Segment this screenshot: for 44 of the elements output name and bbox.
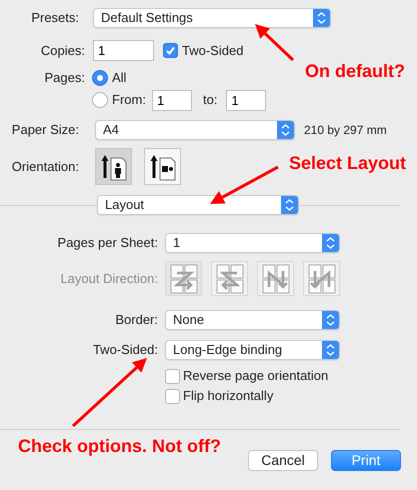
annotation-text: Select Layout [289, 154, 406, 174]
radio-button[interactable] [92, 92, 108, 108]
field-label: Two-Sided: [92, 341, 158, 360]
radio-button[interactable] [92, 70, 108, 86]
paper-size-popup[interactable]: A4 [95, 120, 295, 140]
up-down-chevron-icon [313, 8, 330, 26]
up-down-chevron-icon [281, 196, 298, 214]
checkbox[interactable] [163, 43, 178, 58]
up-down-chevron-icon [277, 120, 294, 138]
annotation-text: On default? [305, 62, 405, 82]
field-label: Paper Size: [10, 120, 79, 139]
orientation-button[interactable] [144, 148, 181, 185]
field-label: Copies: [40, 42, 85, 60]
field-label: Pages: [44, 69, 85, 88]
checkbox-label[interactable]: Two-Sided [182, 40, 244, 60]
checkbox[interactable] [165, 368, 180, 384]
up-down-chevron-icon [322, 234, 339, 252]
field-label: Layout Direction: [59, 270, 158, 288]
checkbox-label[interactable]: Reverse page orientation [183, 366, 328, 386]
radio-label[interactable]: From: [112, 90, 146, 110]
to-field[interactable]: 1 [226, 90, 266, 110]
arrow [210, 166, 279, 204]
paper-dimensions: 210 by 297 mm [304, 122, 387, 138]
section-popup[interactable]: Layout [97, 195, 299, 215]
border-popup[interactable]: None [165, 310, 340, 330]
field-label: Orientation: [10, 158, 79, 176]
orientation-button[interactable] [95, 148, 132, 185]
two-sided-popup[interactable]: Long-Edge binding [165, 340, 340, 360]
field-label: Pages per Sheet: [56, 234, 158, 252]
radio-label[interactable]: All [112, 68, 126, 88]
field-label: to: [202, 91, 218, 110]
checkbox[interactable] [165, 388, 180, 404]
pages-per-sheet-popup[interactable]: 1 [165, 233, 340, 253]
checkbox-label[interactable]: Flip horizontally [183, 386, 274, 406]
field-label: Presets: [30, 8, 79, 27]
presets-popup[interactable]: Default Settings [93, 8, 331, 28]
from-field[interactable]: 1 [152, 90, 192, 110]
up-down-chevron-icon [322, 341, 339, 359]
arrow [255, 24, 294, 62]
cancel-button[interactable]: Cancel [248, 450, 318, 471]
copies-field[interactable]: 1 [93, 40, 154, 61]
up-down-chevron-icon [322, 311, 339, 329]
annotation-text: Check options. Not off? [18, 437, 221, 457]
field-label: Border: [114, 311, 158, 330]
